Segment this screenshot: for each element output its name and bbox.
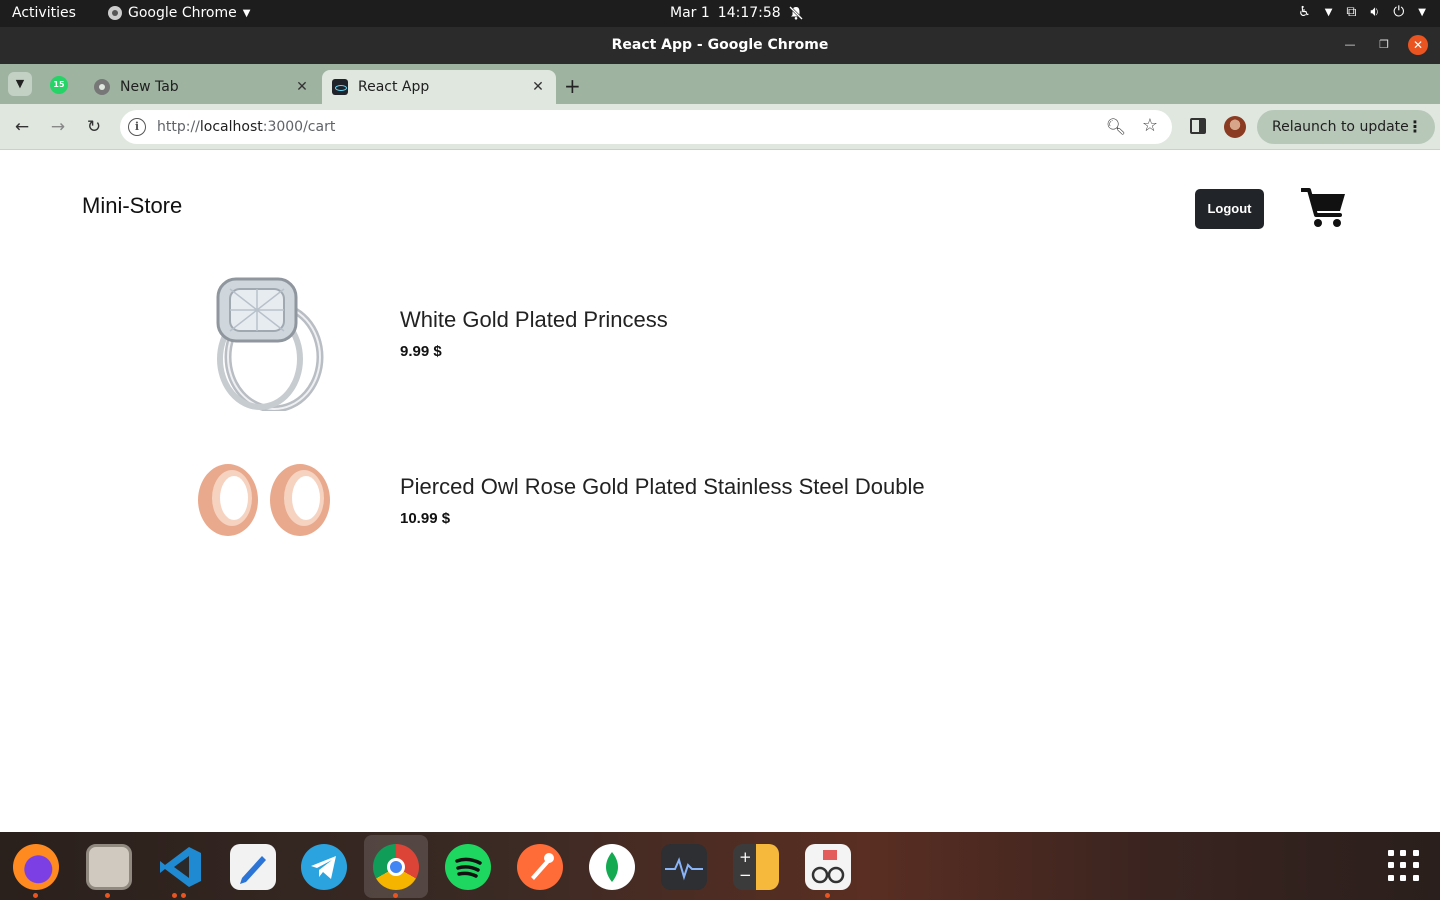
cart-item: Pierced Owl Rose Gold Plated Stainless S…	[190, 428, 1090, 578]
cart-item-price: 10.99 $	[400, 510, 451, 527]
bookmark-star-icon[interactable]: ☆	[1142, 115, 1158, 136]
address-bar[interactable]: i http://localhost:3000/cart 🔍︎ ☆	[120, 110, 1172, 144]
chrome-icon	[94, 79, 110, 95]
calculator-icon[interactable]: + −	[733, 844, 779, 890]
running-indicator	[181, 893, 186, 898]
clock[interactable]: Mar 1 14:17:58	[670, 5, 803, 21]
running-indicator	[33, 893, 38, 898]
chrome-icon	[108, 6, 122, 20]
paper-plane-icon	[311, 856, 336, 879]
url-path: :3000/cart	[262, 119, 336, 135]
cart-item-name[interactable]: White Gold Plated Princess	[400, 307, 668, 333]
leaf-icon	[606, 852, 618, 882]
glasses-icon	[811, 850, 845, 884]
caret-down-icon: ▼	[242, 7, 251, 19]
running-indicator	[105, 893, 110, 898]
maximize-button[interactable]: ❐	[1374, 35, 1394, 55]
close-window-button[interactable]: ✕	[1408, 35, 1428, 55]
plus-minus-glyph: + −	[739, 848, 752, 884]
cart-item: White Gold Plated Princess 9.99 $	[190, 261, 1090, 411]
vscode-logo	[160, 847, 201, 887]
clock-date: Mar 1	[670, 5, 710, 21]
dock: + −	[0, 832, 1440, 900]
new-tab-button[interactable]: +	[564, 74, 581, 98]
more-menu-icon[interactable]: ⋮	[1407, 117, 1423, 136]
cart-icon[interactable]	[1301, 187, 1347, 229]
tab-new-tab[interactable]: New Tab ✕	[84, 70, 320, 104]
running-indicator	[393, 893, 398, 898]
power-icon[interactable]: ⏻	[1393, 4, 1404, 20]
network-icon[interactable]: ⧉	[1346, 4, 1356, 20]
caret-down-icon: ▼	[1324, 6, 1333, 18]
caret-down-icon: ▼	[1418, 6, 1426, 18]
tab-label: New Tab	[120, 79, 179, 95]
cart-item-price: 9.99 $	[400, 343, 442, 360]
vscode-icon[interactable]	[157, 844, 203, 890]
activities-button[interactable]: Activities	[12, 5, 76, 21]
system-top-bar: Activities Google Chrome ▼ Mar 1 14:17:5…	[0, 0, 1440, 27]
side-panel-icon[interactable]	[1190, 118, 1206, 134]
zoom-icon[interactable]: 🔍︎	[1106, 117, 1126, 136]
show-apps-icon[interactable]	[1388, 850, 1420, 882]
running-indicator	[172, 893, 177, 898]
reload-icon[interactable]: ↻	[83, 116, 105, 138]
browser-toolbar: ← → ↻ i http://localhost:3000/cart 🔍︎ ☆ …	[0, 104, 1440, 150]
chrome-dock-icon[interactable]	[364, 835, 428, 898]
firefox-icon[interactable]	[13, 844, 59, 890]
pencil-icon	[240, 856, 266, 884]
back-arrow-icon[interactable]: ←	[11, 116, 33, 138]
spotify-waves-icon	[455, 857, 482, 878]
window-title-bar: React App - Google Chrome — ❐ ✕	[0, 27, 1440, 64]
app-menu-label: Google Chrome	[128, 5, 237, 21]
url-text[interactable]: http://localhost:3000/cart	[157, 119, 335, 135]
store-brand[interactable]: Mini-Store	[82, 193, 182, 219]
files-icon[interactable]	[86, 844, 132, 890]
window-controls: — ❐ ✕	[1340, 35, 1428, 55]
logout-button[interactable]: Logout	[1195, 189, 1264, 229]
mongodb-compass-icon[interactable]	[589, 844, 635, 890]
tab-strip: ▼ 15 New Tab ✕ React App ✕ +	[0, 64, 1440, 104]
relaunch-button[interactable]: Relaunch to update ⋮	[1257, 110, 1435, 144]
close-tab-icon[interactable]: ✕	[528, 79, 548, 95]
ring-icon	[216, 277, 324, 411]
system-monitor-icon[interactable]	[661, 844, 707, 890]
postman-icon[interactable]	[517, 844, 563, 890]
accessibility-icon[interactable]: ♿︎	[1298, 4, 1311, 20]
url-scheme: http://	[157, 119, 200, 135]
whatsapp-pinned-tab[interactable]: 15	[50, 76, 68, 94]
postman-rocket-icon	[531, 853, 554, 880]
tab-label: React App	[358, 79, 430, 95]
url-host: localhost	[199, 119, 263, 135]
page-content: Mini-Store Logout White Gold Plated Prin…	[0, 151, 1440, 832]
text-editor-icon[interactable]	[230, 844, 276, 890]
document-viewer-icon[interactable]	[805, 844, 851, 890]
forward-arrow-icon[interactable]: →	[47, 116, 69, 138]
volume-icon[interactable]: 🔉︎	[1370, 4, 1379, 20]
cart-item-name[interactable]: Pierced Owl Rose Gold Plated Stainless S…	[400, 474, 925, 500]
relaunch-label: Relaunch to update	[1272, 119, 1409, 135]
close-tab-icon[interactable]: ✕	[292, 79, 312, 95]
rose-gold-tunnels-icon	[198, 464, 330, 536]
minimize-button[interactable]: —	[1340, 35, 1360, 55]
window-title: React App - Google Chrome	[611, 37, 829, 53]
spotify-icon[interactable]	[445, 844, 491, 890]
site-info-icon[interactable]: i	[128, 118, 146, 136]
app-menu[interactable]: Google Chrome ▼	[108, 5, 250, 21]
tab-search-button[interactable]: ▼	[8, 72, 32, 96]
running-indicator	[825, 893, 830, 898]
tab-react-app[interactable]: React App ✕	[322, 70, 556, 104]
telegram-icon[interactable]	[301, 844, 347, 890]
profile-avatar[interactable]	[1224, 116, 1246, 138]
notifications-off-icon	[788, 6, 803, 20]
system-tray[interactable]: ♿︎ ▼ ⧉ 🔉︎ ⏻ ▼	[1298, 4, 1426, 20]
pulse-icon	[665, 857, 703, 881]
chrome-logo-center	[387, 858, 405, 876]
react-icon	[332, 79, 348, 95]
clock-time: 14:17:58	[717, 5, 781, 21]
